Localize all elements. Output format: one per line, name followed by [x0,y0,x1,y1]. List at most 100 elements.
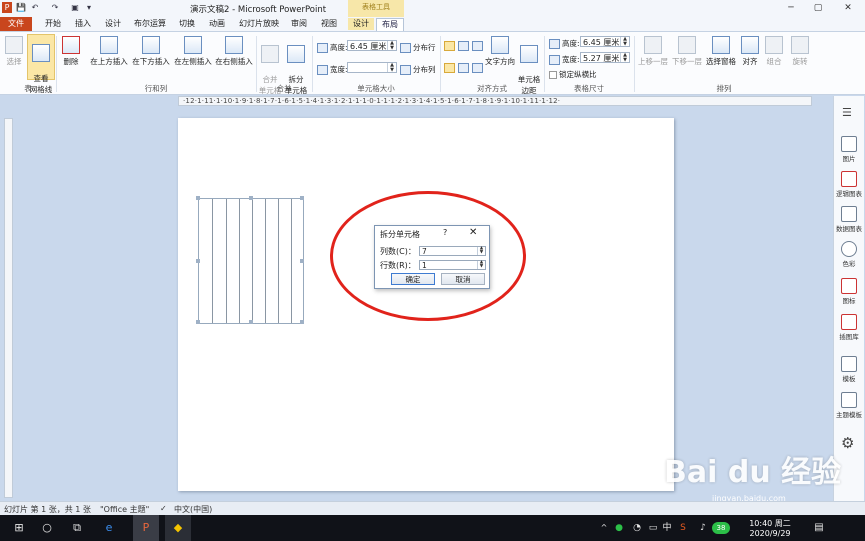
delete-button[interactable]: 删除 [59,36,83,67]
tab-animations[interactable]: 动画 [204,18,230,30]
group-button[interactable]: 组合 [764,36,784,67]
resize-handle[interactable] [300,320,304,324]
tab-design[interactable]: 设计 [100,18,126,30]
task-view-icon[interactable]: ⧉ [68,520,86,536]
tray-battery-icon[interactable]: ▭ [646,520,660,536]
tab-file[interactable]: 文件 [0,17,32,31]
distribute-rows-icon [400,43,411,53]
edge-browser-icon[interactable]: e [100,520,118,536]
help-icon[interactable]: ? [443,228,447,237]
ok-button[interactable]: 确定 [391,273,435,285]
tab-transitions[interactable]: 切换 [174,18,200,30]
select-button[interactable]: 选择 [3,36,25,67]
resize-handle[interactable] [249,196,253,200]
pane-menu-icon[interactable]: ☰ [842,106,852,119]
windows-start-icon[interactable]: ⊞ [10,520,28,536]
pane-item-icons[interactable]: 图标 [835,278,863,305]
send-backward-button[interactable]: 下移一层 [670,36,704,67]
align-left-button[interactable] [444,41,457,51]
resize-handle[interactable] [196,320,200,324]
theme-name[interactable]: "Office 主题" [100,504,149,515]
align-middle-button[interactable] [458,63,471,73]
view-gridlines-button[interactable]: 查看 网格线 [27,34,55,94]
minimize-button[interactable]: ─ [783,2,799,14]
close-window-button[interactable]: ✕ [840,2,856,14]
tab-view[interactable]: 视图 [316,18,342,30]
bring-forward-button[interactable]: 上移一层 [636,36,670,67]
tab-table-layout[interactable]: 布局 [376,18,404,32]
slide-table[interactable] [196,196,304,324]
tray-sogou-icon[interactable]: S [676,520,690,536]
rotate-button[interactable]: 旋转 [788,36,812,67]
distribute-cols-button[interactable]: 分布列 [400,64,436,75]
spinner-arrows-icon[interactable]: ▲ ▼ [387,63,396,72]
cell-width-spinner[interactable]: ▲ ▼ [347,62,397,73]
pane-item-logic-chart[interactable]: 逻辑图表 [835,171,863,198]
search-icon[interactable]: ○ [38,520,56,536]
ime-indicator[interactable]: 中 [660,520,674,536]
tab-slideshow[interactable]: 幻灯片放映 [236,18,282,30]
spinner-arrows-icon[interactable]: ▲ ▼ [620,53,629,62]
spinner-arrows-icon[interactable]: ▲ ▼ [620,37,629,46]
cell-height-spinner[interactable]: 6.45 厘米 ▲ ▼ [347,40,397,51]
tray-app-icon[interactable]: ● [612,520,626,536]
pane-item-data-chart[interactable]: 数据图表 [835,206,863,233]
pane-item-pictures[interactable]: 图片 [835,136,863,163]
width-icon [549,55,560,65]
pane-item-colors[interactable]: 色彩 [835,241,863,268]
tray-chevron-icon[interactable]: ^ [598,520,610,536]
customize-toolbar-icon[interactable]: ▾ [84,2,94,13]
pane-item-theme-templates[interactable]: 主题模板 [835,392,863,419]
tray-badge[interactable]: 38 [712,522,730,534]
spinner-arrows-icon[interactable]: ▲ ▼ [387,41,396,50]
spinner-arrows-icon[interactable]: ▲ ▼ [477,246,485,255]
clock-date[interactable]: 2020/9/29 [740,529,800,538]
maximize-button[interactable]: ▢ [810,2,826,14]
tab-home[interactable]: 开始 [40,18,66,30]
cancel-button[interactable]: 取消 [441,273,485,285]
pane-item-illustrations[interactable]: 插图库 [835,314,863,341]
insert-above-button[interactable]: 在上方插入 [88,36,130,67]
tab-table-design[interactable]: 设计 [348,18,374,30]
close-icon[interactable]: ✕ [469,227,477,238]
lock-ratio-checkbox[interactable]: 锁定纵横比 [549,69,597,80]
distribute-rows-button[interactable]: 分布行 [400,42,436,53]
tab-review[interactable]: 审阅 [286,18,312,30]
resize-handle[interactable] [249,320,253,324]
language[interactable]: 中文(中国) [174,504,212,515]
redo-icon[interactable]: ↷ [50,2,60,13]
ribbon: 选择 查看 网格线 表 删除 在上方插入 在下方插入 在左侧插入 在右侧插入 行… [0,31,865,95]
pane-item-templates[interactable]: 模板 [835,356,863,383]
rows-label: 行数(R)： [380,261,416,270]
insert-right-button[interactable]: 在右侧插入 [213,36,255,67]
insert-left-button[interactable]: 在左侧插入 [172,36,214,67]
align-top-button[interactable] [444,63,457,73]
notifications-icon[interactable]: ▤ [812,520,826,536]
text-direction-button[interactable]: 文字方向 [484,36,516,67]
clock-time[interactable]: 10:40 周二 [740,518,800,529]
tab-insert[interactable]: 插入 [70,18,96,30]
columns-input[interactable]: 7 ▲ ▼ [419,246,486,256]
group-objects-icon [765,36,783,54]
resize-handle[interactable] [196,196,200,200]
resize-handle[interactable] [196,259,200,263]
resize-handle[interactable] [300,196,304,200]
slideshow-icon[interactable]: ▣ [70,2,80,13]
rows-input[interactable]: 1 ▲ ▼ [419,260,486,270]
powerpoint-taskbar-icon[interactable]: P [133,515,159,541]
spellcheck-icon[interactable]: ✓ [160,504,167,513]
app-taskbar-icon[interactable]: ◆ [165,515,191,541]
tray-speaker-icon[interactable]: ♪ [696,520,710,536]
insert-below-button[interactable]: 在下方插入 [130,36,172,67]
table-height-spinner[interactable]: 6.45 厘米 ▲ ▼ [580,36,630,47]
spinner-arrows-icon[interactable]: ▲ ▼ [477,260,485,269]
resize-handle[interactable] [300,259,304,263]
align-button[interactable]: 对齐 [740,36,760,67]
align-center-button[interactable] [458,41,471,51]
tab-boolean[interactable]: 布尔运算 [130,18,170,30]
selection-pane-button[interactable]: 选择窗格 [704,36,738,67]
save-icon[interactable]: 💾 [16,2,26,13]
tray-network-icon[interactable]: ◔ [630,520,644,536]
undo-icon[interactable]: ↶ [30,2,40,13]
table-width-spinner[interactable]: 5.27 厘米 ▲ ▼ [580,52,630,63]
